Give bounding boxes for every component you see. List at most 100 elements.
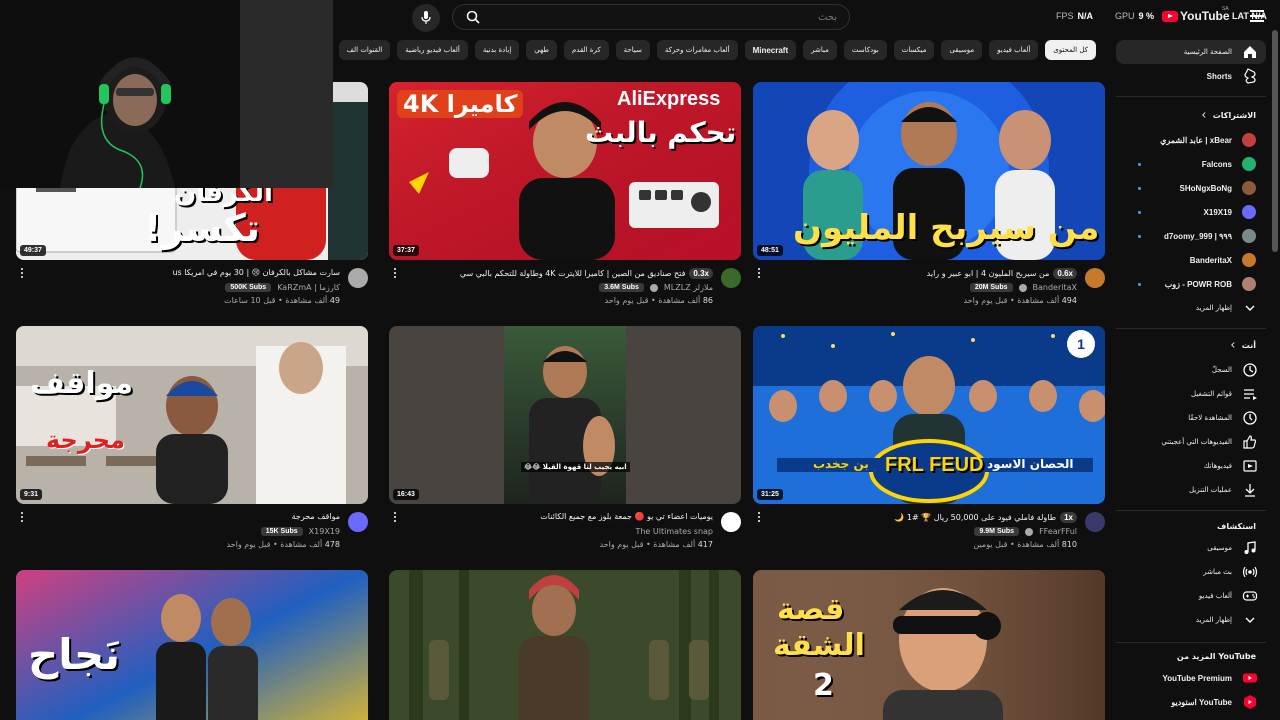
channel-avatar[interactable]	[348, 268, 368, 288]
chip-10[interactable]: طهي	[526, 40, 557, 60]
channel-line[interactable]: ملازلز MLZLZ 3.6M Subs	[599, 283, 713, 292]
sidebar-item-show-more[interactable]: إظهار المزيد	[1116, 296, 1266, 320]
section-heading-text: استكشاف	[1217, 522, 1256, 531]
sidebar-item-home[interactable]: الصفحة الرئيسية	[1116, 40, 1266, 64]
chip-9[interactable]: كرة القدم	[563, 40, 609, 60]
video-thumbnail[interactable]: مواقف محرجة 9:31	[16, 326, 368, 504]
chip-0[interactable]: كل المحتوى	[1045, 40, 1096, 60]
sidebar-item-clock[interactable]: المشاهدة لاحقًا	[1116, 406, 1266, 430]
chip-13[interactable]: القنوات الف	[338, 40, 391, 60]
video-title[interactable]: 1x طاولة فاملي فيود على 50,000 ريال 🏆 #1 …	[777, 512, 1077, 523]
channel-line[interactable]: FFearFFul 9.9M Subs	[974, 527, 1077, 536]
sidebar-item-music[interactable]: موسيقى	[1116, 536, 1266, 560]
video-thumbnail[interactable]: AliExpress تحكم بالبث كاميرا 4K 37:37	[389, 82, 741, 260]
video-meta: سارت مشاكل بالكرفان 😢 | 30 يوم في امريكا…	[16, 266, 368, 312]
sidebar-item-chevron-down[interactable]: إظهار المزيد	[1116, 608, 1266, 632]
channel-avatar[interactable]	[721, 512, 741, 532]
thumbnail-text: الحصان الاسود	[987, 457, 1074, 471]
channel-line[interactable]: X19X19 15K Subs	[260, 527, 340, 536]
region-code: SA	[1222, 6, 1229, 12]
channel-avatar[interactable]	[721, 268, 741, 288]
upload-age: قبل يوم واحد	[599, 540, 644, 549]
chip-1[interactable]: ألعاب فيديو	[989, 40, 1039, 60]
chip-4[interactable]: بودكاست	[843, 40, 887, 60]
video-thumbnail[interactable]: 1 FRL FEUD الحصان الاسود بن جخدب 31:25	[753, 326, 1105, 504]
sidebar-item-studio[interactable]: استوديو YouTube	[1116, 690, 1266, 714]
sidebar-divider	[1116, 96, 1266, 97]
sidebar-item-history[interactable]: السجلّ	[1116, 358, 1266, 382]
you-heading[interactable]: أنت	[1228, 340, 1256, 350]
sidebar-icon-wrap	[1242, 588, 1258, 604]
upload-age: قبل 10 ساعات	[224, 296, 276, 305]
search-button[interactable]	[453, 5, 493, 29]
explore-heading[interactable]: استكشاف	[1217, 522, 1256, 531]
video-thumbnail[interactable]: قصة الشقة 2	[753, 570, 1105, 720]
video-thumbnail[interactable]: من سيربح المليون 48:51	[753, 82, 1105, 260]
channel-avatar[interactable]	[1085, 512, 1105, 532]
sidebar-divider	[1116, 642, 1266, 643]
more-actions-icon[interactable]	[16, 512, 28, 526]
video-title-text: سارت مشاكل بالكرفان 😢 | 30 يوم في امريكا…	[172, 268, 340, 277]
channel-avatar[interactable]	[1085, 268, 1105, 288]
home-icon	[1244, 46, 1256, 58]
chip-6[interactable]: Minecraft	[744, 40, 797, 60]
sidebar-item-thumb-up[interactable]: الفيديوهات التي أعجبتني	[1116, 430, 1266, 454]
thumbnail-text: تكسر!	[144, 206, 261, 250]
video-thumbnail[interactable]: نَجاح	[16, 570, 368, 720]
section-heading-text: أنت	[1241, 340, 1256, 350]
subscriber-count: 3.6M Subs	[599, 283, 644, 292]
thumbnail-text: AliExpress	[617, 88, 721, 110]
more-actions-icon[interactable]	[16, 268, 28, 282]
subscriptions-heading[interactable]: الاشتراكات	[1199, 110, 1256, 120]
channel-avatar[interactable]	[348, 512, 368, 532]
sidebar-item-playlist[interactable]: قوائم التشغيل	[1116, 382, 1266, 406]
chip-7[interactable]: ألعاب مغامرات وحركة	[656, 40, 738, 60]
channel-name: FFearFFul	[1039, 527, 1077, 536]
sidebar-icon-wrap	[1242, 410, 1258, 426]
chip-12[interactable]: ألعاب فيديو رياضية	[397, 40, 468, 60]
youtube-logo[interactable]: YouTube SA	[1162, 6, 1230, 23]
video-title[interactable]: 0.3x فتح صناديق من الصين | كاميرا للايترت…	[413, 268, 713, 279]
video-title[interactable]: مواقف محرجة	[40, 512, 340, 521]
chip-5[interactable]: مباشر	[803, 40, 837, 60]
gpu-label: GPU	[1115, 11, 1135, 21]
menu-button[interactable]	[1250, 10, 1264, 22]
sidebar-scrollbar[interactable]	[1272, 30, 1278, 252]
more-actions-icon[interactable]	[753, 512, 765, 526]
sidebar-item-download[interactable]: عمليات التنزيل	[1116, 478, 1266, 502]
channel-avatar	[1242, 181, 1256, 195]
more-actions-icon[interactable]	[753, 268, 765, 282]
channel-line[interactable]: The Ultimates snap	[635, 527, 713, 536]
sidebar-item-video[interactable]: فيديوهاتك	[1116, 454, 1266, 478]
video-title[interactable]: 0.6x من سيربح المليون 4 | ابو عبير و رايد	[777, 268, 1077, 279]
sidebar-item-channel[interactable]: عابد الشمري | xBear	[1116, 128, 1266, 152]
thumbnail-image: 1	[753, 326, 1105, 504]
video-duration: 48:51	[757, 245, 783, 256]
chip-3[interactable]: ميكسات	[893, 40, 935, 60]
video-thumbnail[interactable]	[389, 570, 741, 720]
chip-8[interactable]: سياحة	[615, 40, 650, 60]
channel-line[interactable]: BanderitaX 20M Subs	[969, 283, 1078, 292]
channel-name: BanderitaX	[1032, 283, 1078, 292]
more-actions-icon[interactable]	[389, 512, 401, 526]
sidebar-item-shorts[interactable]: Shorts	[1116, 64, 1266, 88]
more-from-youtube-heading[interactable]: المزيد من YouTube	[1177, 652, 1256, 661]
channel-line[interactable]: كارزما | KaRZmA 500K Subs	[225, 283, 340, 292]
search-input[interactable]	[499, 8, 837, 26]
video-title-text: من سيربح المليون 4 | ابو عبير و رايد	[926, 269, 1050, 278]
sidebar-icon-wrap	[1242, 612, 1258, 628]
chip-11[interactable]: إبادة بدنية	[474, 40, 520, 60]
sidebar-item-channel[interactable]: BanderitaX	[1116, 248, 1266, 272]
new-content-dot	[1138, 235, 1141, 238]
video-thumbnail[interactable]: ابيه يجيب لنا قهوة القيلا 😂😂 16:43	[389, 326, 741, 504]
video-title[interactable]: سارت مشاكل بالكرفان 😢 | 30 يوم في امريكا…	[40, 268, 340, 277]
chip-2[interactable]: موسيقى	[941, 40, 983, 60]
verified-icon	[649, 283, 658, 292]
video-title[interactable]: يوميات اعضاء تي يو 🔴 جمعة بلوز مع جميع ا…	[413, 512, 713, 521]
sidebar-item-gamepad[interactable]: ألعاب فيديو	[1116, 584, 1266, 608]
thumbnail-text: 2	[813, 668, 834, 703]
sidebar-item-premium[interactable]: YouTube Premium	[1116, 666, 1266, 690]
voice-search-button[interactable]	[412, 4, 440, 32]
sidebar-item-live[interactable]: بث مباشر	[1116, 560, 1266, 584]
more-actions-icon[interactable]	[389, 268, 401, 282]
